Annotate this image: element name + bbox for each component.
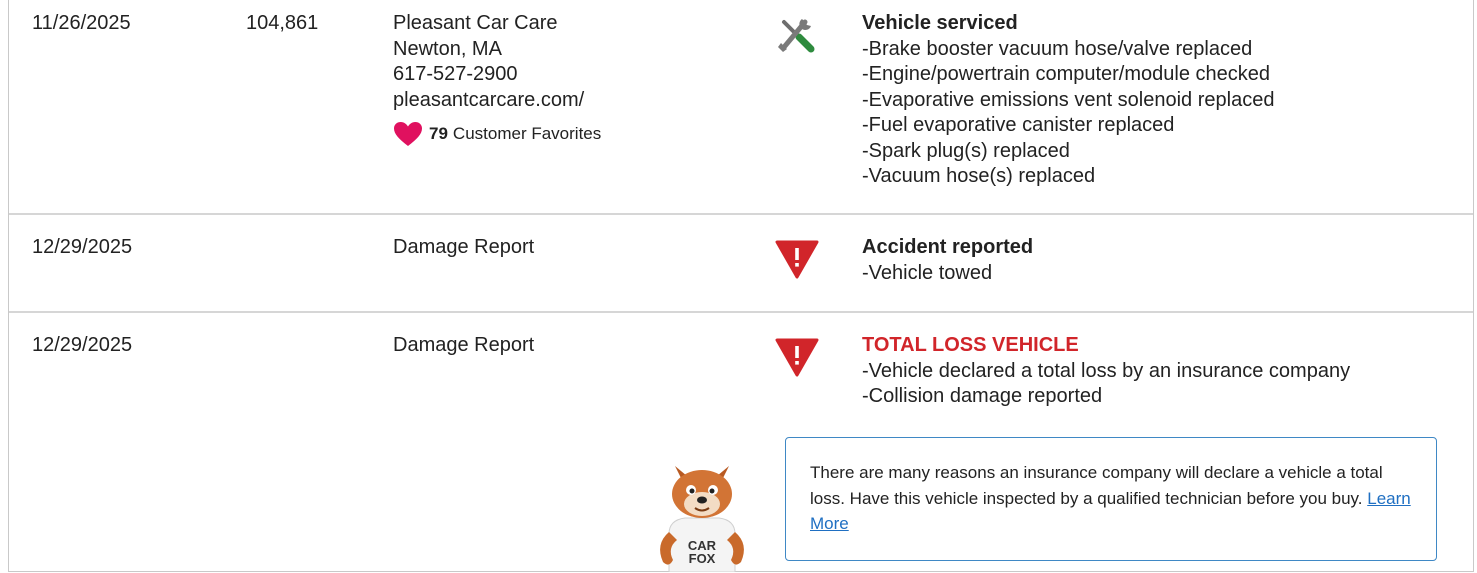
history-row: 11/26/2025 104,861 Pleasant Car Care New… [9, 0, 1473, 215]
detail-item: Spark plug(s) replaced [862, 139, 1274, 165]
comments-cell: Accident reported Vehicle towed [862, 235, 1033, 286]
detail-item: Vehicle declared a total loss by an insu… [862, 359, 1350, 385]
detail-item: Fuel evaporative canister replaced [862, 113, 1274, 139]
favorites-label: Customer Favorites [452, 124, 602, 143]
record-date: 12/29/2025 [32, 334, 133, 356]
history-row: 12/29/2025 Damage Report Accident report… [9, 215, 1473, 313]
service-source: Damage Report [393, 236, 535, 258]
warning-triangle-icon [775, 337, 819, 385]
carfox-mascot: CAR FOX [660, 466, 744, 572]
record-title: Accident reported [862, 236, 1034, 258]
callout-text: There are many reasons an insurance comp… [810, 463, 1383, 508]
source-name: Pleasant Car Care [393, 12, 558, 34]
detail-item: Engine/powertrain computer/module checke… [862, 62, 1274, 88]
comments-cell: TOTAL LOSS VEHICLE Vehicle declared a to… [862, 333, 1350, 410]
customer-favorites: 79 Customer Favorites [393, 121, 601, 147]
total-loss-callout: There are many reasons an insurance comp… [785, 437, 1437, 561]
detail-item: Collision damage reported [862, 384, 1350, 410]
service-source: Pleasant Car Care Newton, MA 617-527-290… [393, 11, 601, 147]
comments-cell: Vehicle serviced Brake booster vacuum ho… [862, 11, 1274, 190]
heart-icon [394, 122, 422, 146]
history-row: 12/29/2025 Damage Report TOTAL LOSS VEHI… [9, 313, 1473, 572]
record-date: 12/29/2025 [32, 236, 133, 258]
detail-item: Evaporative emissions vent solenoid repl… [862, 88, 1275, 114]
source-location: Newton, MA [393, 37, 502, 60]
record-date: 11/26/2025 [32, 12, 131, 34]
detail-item: Vacuum hose(s) replaced [862, 164, 1274, 190]
source-website[interactable]: pleasantcarcare.com/ [393, 88, 601, 114]
warning-triangle-icon [775, 239, 819, 287]
detail-item: Vehicle towed [862, 261, 1033, 287]
wrench-screwdriver-icon [775, 16, 817, 66]
detail-item: Brake booster vacuum hose/valve replaced [862, 37, 1274, 63]
total-loss-title: TOTAL LOSS VEHICLE [862, 334, 1079, 356]
odometer-reading: 104,861 [246, 12, 319, 34]
favorites-count: 79 [429, 124, 448, 143]
service-source: Damage Report [393, 334, 535, 356]
record-title: Vehicle serviced [862, 12, 1018, 34]
source-phone: 617-527-2900 [393, 63, 518, 85]
shirt-text-line2: FOX [689, 551, 716, 566]
